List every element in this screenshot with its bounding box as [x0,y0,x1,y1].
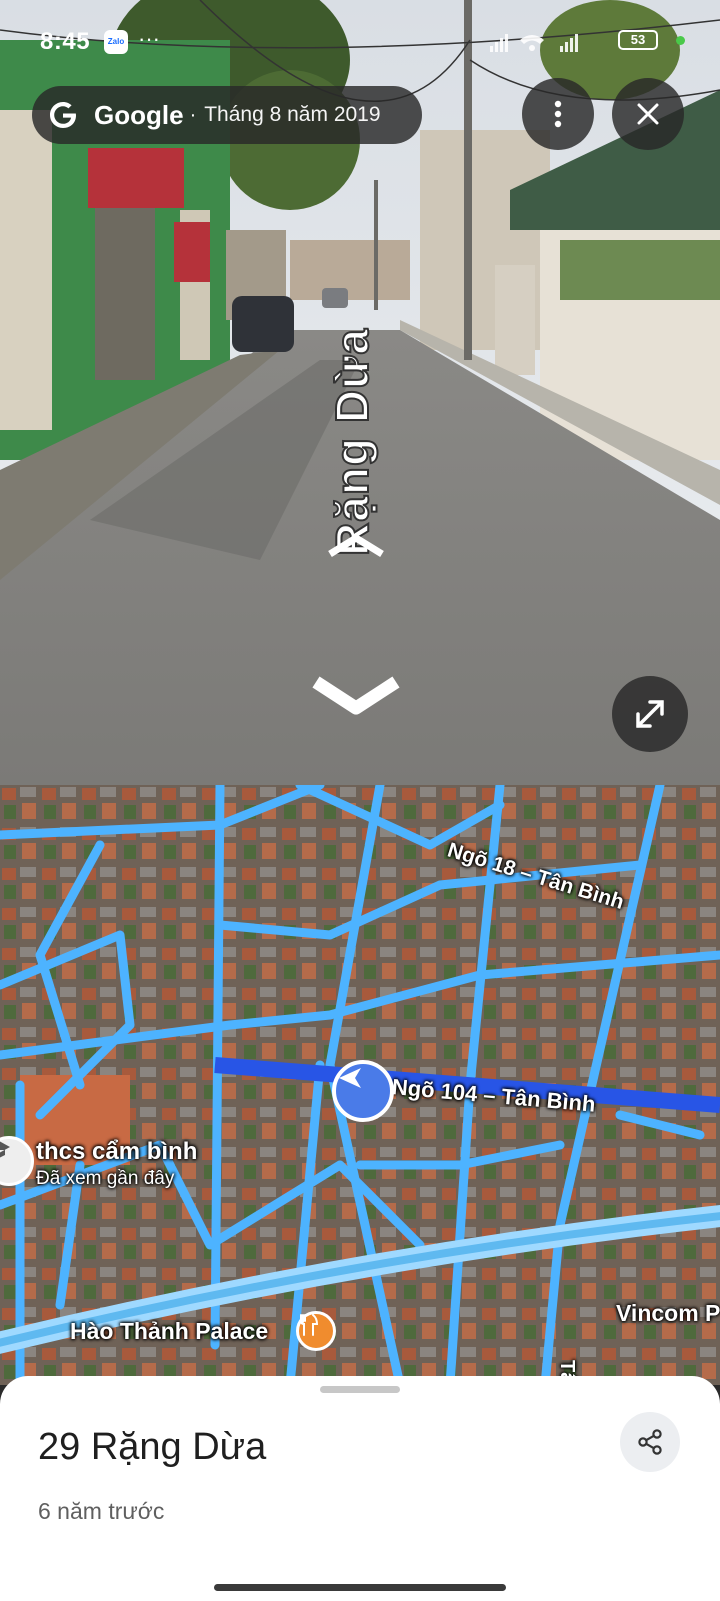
current-view-marker[interactable] [332,1060,394,1122]
fork-knife-icon [300,1314,319,1336]
restaurant-poi-marker[interactable] [296,1311,336,1351]
poi-restaurant-label[interactable]: Hào Thảnh Palace [70,1318,268,1345]
capture-date: Tháng 8 năm 2019 [204,103,381,126]
drag-handle[interactable] [320,1386,400,1393]
move-forward-arrow[interactable] [326,532,386,558]
place-title: 29 Rặng Dừa [38,1426,267,1468]
move-backward-arrow[interactable] [310,672,402,722]
place-bottom-sheet[interactable]: 29 Rặng Dừa 6 năm trước [0,1376,720,1601]
share-button[interactable] [620,1412,680,1472]
status-time: 8:45 [40,28,91,55]
google-streetview-header: Google · Tháng 8 năm 2019 [32,86,422,144]
more-notifications-icon: ··· [138,26,160,51]
street-name-overlay: Rặng Dừa [325,327,379,557]
privacy-dot-indicator [676,36,685,45]
poi-vincom-label[interactable]: Vincom P [616,1300,720,1327]
close-icon [637,103,659,125]
poi-school-subtitle: Đã xem gần đây [36,1168,175,1189]
share-icon [638,1429,662,1455]
google-g-icon [50,102,76,128]
satellite-map[interactable]: Ngõ 18 – Tân Bình Ngõ 104 – Tân Bình thc… [0,785,720,1385]
home-indicator[interactable] [214,1584,506,1591]
school-icon [0,1141,10,1158]
google-brand-label: Google [94,99,184,130]
expand-icon [636,700,664,728]
navigation-arrow-icon [339,1068,361,1088]
street-view-panorama[interactable]: 8:45 Zalo ··· 53 Google · Tháng 8 năm 20… [0,0,720,785]
fullscreen-button[interactable] [612,676,688,752]
close-button[interactable] [612,78,684,150]
poi-school-label[interactable]: thcs cẩm bình [36,1138,197,1166]
signal-wifi-icons [436,32,606,57]
more-vert-icon [554,100,562,128]
place-subtitle: 6 năm trước [38,1498,165,1524]
zalo-notification-icon: Zalo [104,30,128,54]
more-options-button[interactable] [522,78,594,150]
battery-icon: 53 [618,30,658,50]
separator-dot: · [189,103,197,126]
status-bar: 8:45 Zalo ··· 53 [0,0,720,80]
